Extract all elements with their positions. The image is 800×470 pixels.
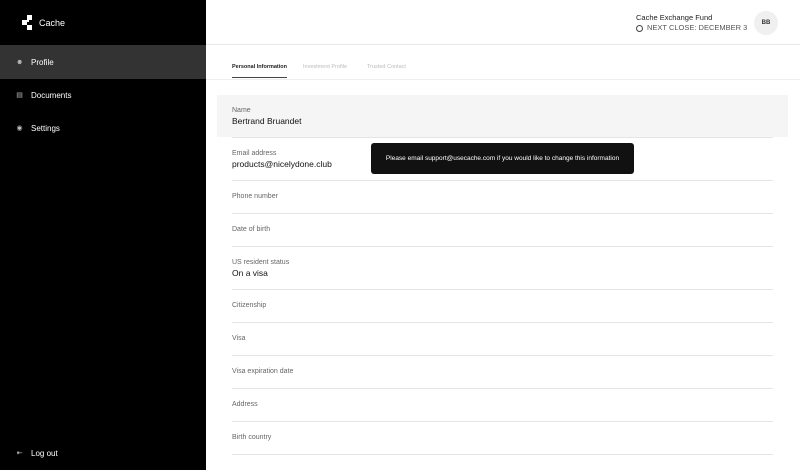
- fund-name: Cache Exchange Fund: [636, 13, 713, 22]
- cache-logo-icon: [22, 15, 34, 30]
- tab-investment-profile[interactable]: Investment Profile: [303, 64, 347, 77]
- logo[interactable]: Cache: [22, 15, 65, 30]
- sidebar-item-profile[interactable]: ☻ Profile: [0, 45, 206, 79]
- field-row[interactable]: Visa expiration date: [232, 356, 773, 389]
- field-label: US resident status: [232, 259, 290, 266]
- field-row[interactable]: Birth country: [232, 422, 773, 455]
- field-label: Phone number: [232, 193, 278, 200]
- field-row[interactable]: Citizenship: [232, 290, 773, 323]
- field-row[interactable]: Visa: [232, 323, 773, 356]
- user-icon: ☻: [16, 58, 24, 66]
- field-label: Email address: [232, 150, 277, 157]
- tab-personal-information[interactable]: Personal Information: [232, 64, 288, 78]
- clock-icon: [636, 24, 643, 32]
- field-label: Date of birth: [232, 226, 271, 233]
- sidebar-item-settings[interactable]: ◉ Settings: [0, 111, 206, 145]
- gear-icon: ◉: [16, 125, 23, 132]
- field-row[interactable]: Address: [232, 389, 773, 422]
- sidebar-item-label: Documents: [31, 90, 72, 100]
- fund-info: Cache Exchange Fund NEXT CLOSE: DECEMBER…: [636, 13, 747, 33]
- header: Cache Exchange Fund NEXT CLOSE: DECEMBER…: [206, 0, 800, 45]
- field-row[interactable]: Name Bertrand Bruandet: [232, 95, 773, 138]
- field-value: On a visa: [232, 268, 268, 278]
- avatar[interactable]: BB: [754, 11, 778, 35]
- field-label: Citizenship: [232, 302, 267, 309]
- sidebar-item-label: Profile: [31, 57, 54, 67]
- field-row[interactable]: Date of birth: [232, 214, 773, 247]
- field-row[interactable]: Phone number: [232, 181, 773, 214]
- logout-label: Log out: [31, 448, 58, 458]
- sidebar-item-documents[interactable]: ▤ Documents: [0, 78, 206, 112]
- field-value: Bertrand Bruandet: [232, 116, 302, 126]
- logout-icon: ⇤: [16, 450, 23, 457]
- tab-trusted-contact[interactable]: Trusted Contact: [367, 64, 406, 77]
- field-label: Name: [232, 107, 251, 114]
- next-close: NEXT CLOSE: DECEMBER 3: [647, 23, 748, 32]
- field-value: products@nicelydone.club: [232, 159, 332, 169]
- logout-button[interactable]: ⇤ Log out: [0, 436, 206, 470]
- field-label: Visa: [232, 335, 246, 342]
- field-label: Birth country: [232, 434, 272, 441]
- field-label: Visa expiration date: [232, 368, 294, 375]
- document-icon: ▤: [16, 92, 23, 99]
- tabs: Personal Information Investment Profile …: [206, 45, 800, 80]
- logo-text: Cache: [39, 17, 66, 28]
- tooltip: Please email support@usecache.com if you…: [371, 143, 634, 174]
- field-label: Address: [232, 401, 258, 408]
- sidebar: Cache ☻ Profile ▤ Documents ◉ Settings ⇤ Log…: [0, 0, 206, 470]
- field-row[interactable]: US resident status On a visa: [232, 247, 773, 290]
- sidebar-item-label: Settings: [31, 123, 60, 133]
